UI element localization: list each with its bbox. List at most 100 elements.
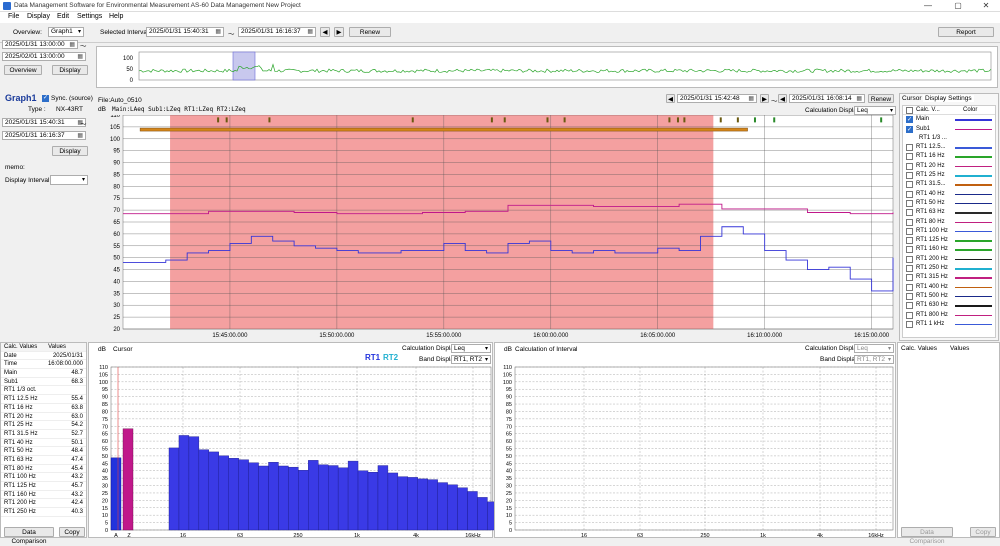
channel-checkbox[interactable] <box>906 125 913 133</box>
event-marker[interactable] <box>490 117 493 123</box>
list-item[interactable]: RT1 315 Hz <box>903 273 995 282</box>
minimize-button[interactable]: — <box>914 0 942 12</box>
selection-start-field[interactable]: 2025/01/31 15:40:31 <box>146 27 224 37</box>
renew-button[interactable]: Renew <box>349 27 391 37</box>
color-swatch[interactable] <box>955 184 992 186</box>
list-item[interactable]: RT1 250 Hz <box>903 264 995 273</box>
channel-checkbox[interactable] <box>906 255 913 263</box>
channel-checkbox[interactable] <box>906 162 913 170</box>
channel-checkbox[interactable] <box>906 283 913 291</box>
list-item[interactable]: RT1 16 Hz <box>903 152 995 161</box>
close-button[interactable]: ✕ <box>972 0 1000 12</box>
sync-checkbox[interactable]: ✓ <box>42 95 49 102</box>
list-item[interactable]: RT1 400 Hz <box>903 283 995 292</box>
graph-display-button[interactable]: Display <box>52 146 88 156</box>
list-item[interactable]: Main <box>903 115 995 124</box>
channel-checkbox[interactable] <box>906 237 913 245</box>
event-marker[interactable] <box>217 117 220 123</box>
right-copy-button[interactable]: Copy <box>970 527 996 537</box>
event-marker[interactable] <box>880 117 883 123</box>
color-swatch[interactable] <box>955 277 992 279</box>
report-button[interactable]: Report <box>938 27 994 37</box>
channel-checkbox[interactable] <box>906 227 913 235</box>
color-swatch[interactable] <box>955 286 992 289</box>
header-checkbox[interactable] <box>906 107 913 114</box>
channel-checkbox[interactable] <box>906 246 913 254</box>
channel-checkbox[interactable] <box>906 218 913 226</box>
channel-checkbox[interactable] <box>906 181 913 189</box>
color-swatch[interactable] <box>955 156 992 158</box>
color-swatch[interactable] <box>955 230 992 233</box>
event-marker[interactable] <box>268 117 271 123</box>
channel-checkbox[interactable] <box>906 116 913 124</box>
list-item[interactable]: RT1 1 kHz <box>903 320 995 329</box>
color-swatch[interactable] <box>955 314 992 317</box>
event-marker[interactable] <box>676 117 679 123</box>
data-comparison-button[interactable]: Data Comparison <box>4 527 54 545</box>
list-item[interactable]: RT1 80 Hz <box>903 218 995 227</box>
event-marker[interactable] <box>411 117 414 123</box>
interval-spectrum-svg[interactable]: 1101051009590858075706560555045403530252… <box>495 343 897 539</box>
event-marker[interactable] <box>683 117 686 123</box>
list-item[interactable]: RT1 12.5... <box>903 143 995 152</box>
event-marker[interactable] <box>503 117 506 123</box>
event-marker[interactable] <box>773 117 776 123</box>
list-item[interactable]: RT1 160 Hz <box>903 245 995 254</box>
color-swatch[interactable] <box>955 212 992 214</box>
menu-file[interactable]: File <box>8 13 19 20</box>
marker-bar[interactable] <box>139 127 748 132</box>
event-marker[interactable] <box>563 117 566 123</box>
list-item[interactable]: RT1 25 Hz <box>903 171 995 180</box>
next-button[interactable]: ▶ <box>334 27 344 37</box>
list-item[interactable]: RT1 200 Hz <box>903 255 995 264</box>
range-end-field[interactable]: 2025/02/01 13:00:00 <box>2 52 86 61</box>
list-item[interactable]: RT1 800 Hz <box>903 311 995 320</box>
color-swatch[interactable] <box>955 295 992 298</box>
list-item[interactable]: RT1 20 Hz <box>903 162 995 171</box>
event-marker[interactable] <box>668 117 671 123</box>
list-item[interactable]: RT1 500 Hz <box>903 292 995 301</box>
list-item[interactable]: RT1 31.5... <box>903 180 995 189</box>
list-item[interactable]: RT1 125 Hz <box>903 236 995 245</box>
nav-renew-button[interactable]: Renew <box>868 94 894 103</box>
color-swatch[interactable] <box>955 202 992 205</box>
graph-end-field[interactable]: 2025/01/31 16:16:37 <box>2 131 86 140</box>
color-swatch[interactable] <box>955 128 992 131</box>
channel-checkbox[interactable] <box>906 199 913 207</box>
overview-selection[interactable] <box>232 51 256 81</box>
list-item[interactable]: RT1 630 Hz <box>903 301 995 310</box>
overview-chart[interactable]: 100 50 0 <box>96 46 998 88</box>
color-swatch[interactable] <box>955 119 992 121</box>
nav-end-field[interactable]: 2025/01/31 16:08:14 <box>789 94 865 103</box>
overview-button[interactable]: Overview <box>4 65 42 75</box>
event-marker[interactable] <box>225 117 228 123</box>
color-swatch[interactable] <box>955 175 992 177</box>
nav-prev2-button[interactable]: ◀ <box>778 94 787 103</box>
time-history-chart[interactable]: 110 105 100 95 90 85 80 75 70 65 60 55 50 45 40 35 30 25 2… <box>96 113 898 341</box>
channel-checkbox[interactable] <box>906 302 913 310</box>
color-swatch[interactable] <box>955 249 992 251</box>
copy-button[interactable]: Copy <box>59 527 85 537</box>
menu-edit[interactable]: Edit <box>57 13 69 20</box>
prev-button[interactable]: ◀ <box>320 27 330 37</box>
overview-display-button[interactable]: Display <box>52 65 88 75</box>
right-data-comparison-button[interactable]: Data Comparison <box>901 527 953 545</box>
menu-help[interactable]: Help <box>109 13 123 20</box>
color-swatch[interactable] <box>955 268 992 270</box>
menu-settings[interactable]: Settings <box>77 13 102 20</box>
event-marker[interactable] <box>736 117 739 123</box>
maximize-button[interactable]: ▢ <box>944 0 972 12</box>
channel-checkbox[interactable] <box>906 320 913 328</box>
range-start-field[interactable]: 2025/01/31 13:00:00 <box>2 40 78 49</box>
tab-cursor[interactable]: Cursor <box>902 95 922 102</box>
channel-checkbox[interactable] <box>906 144 913 152</box>
calc-display-select[interactable]: Leq <box>854 106 896 115</box>
nav-start-field[interactable]: 2025/01/31 15:42:48 <box>677 94 757 103</box>
event-marker[interactable] <box>719 117 722 123</box>
color-swatch[interactable] <box>955 165 992 168</box>
nav-next-button[interactable]: ▶ <box>760 94 769 103</box>
list-item[interactable]: RT1 40 Hz <box>903 190 995 199</box>
channel-checkbox[interactable] <box>906 153 913 161</box>
list-item[interactable]: Sub1 <box>903 125 995 134</box>
event-marker[interactable] <box>753 117 756 123</box>
